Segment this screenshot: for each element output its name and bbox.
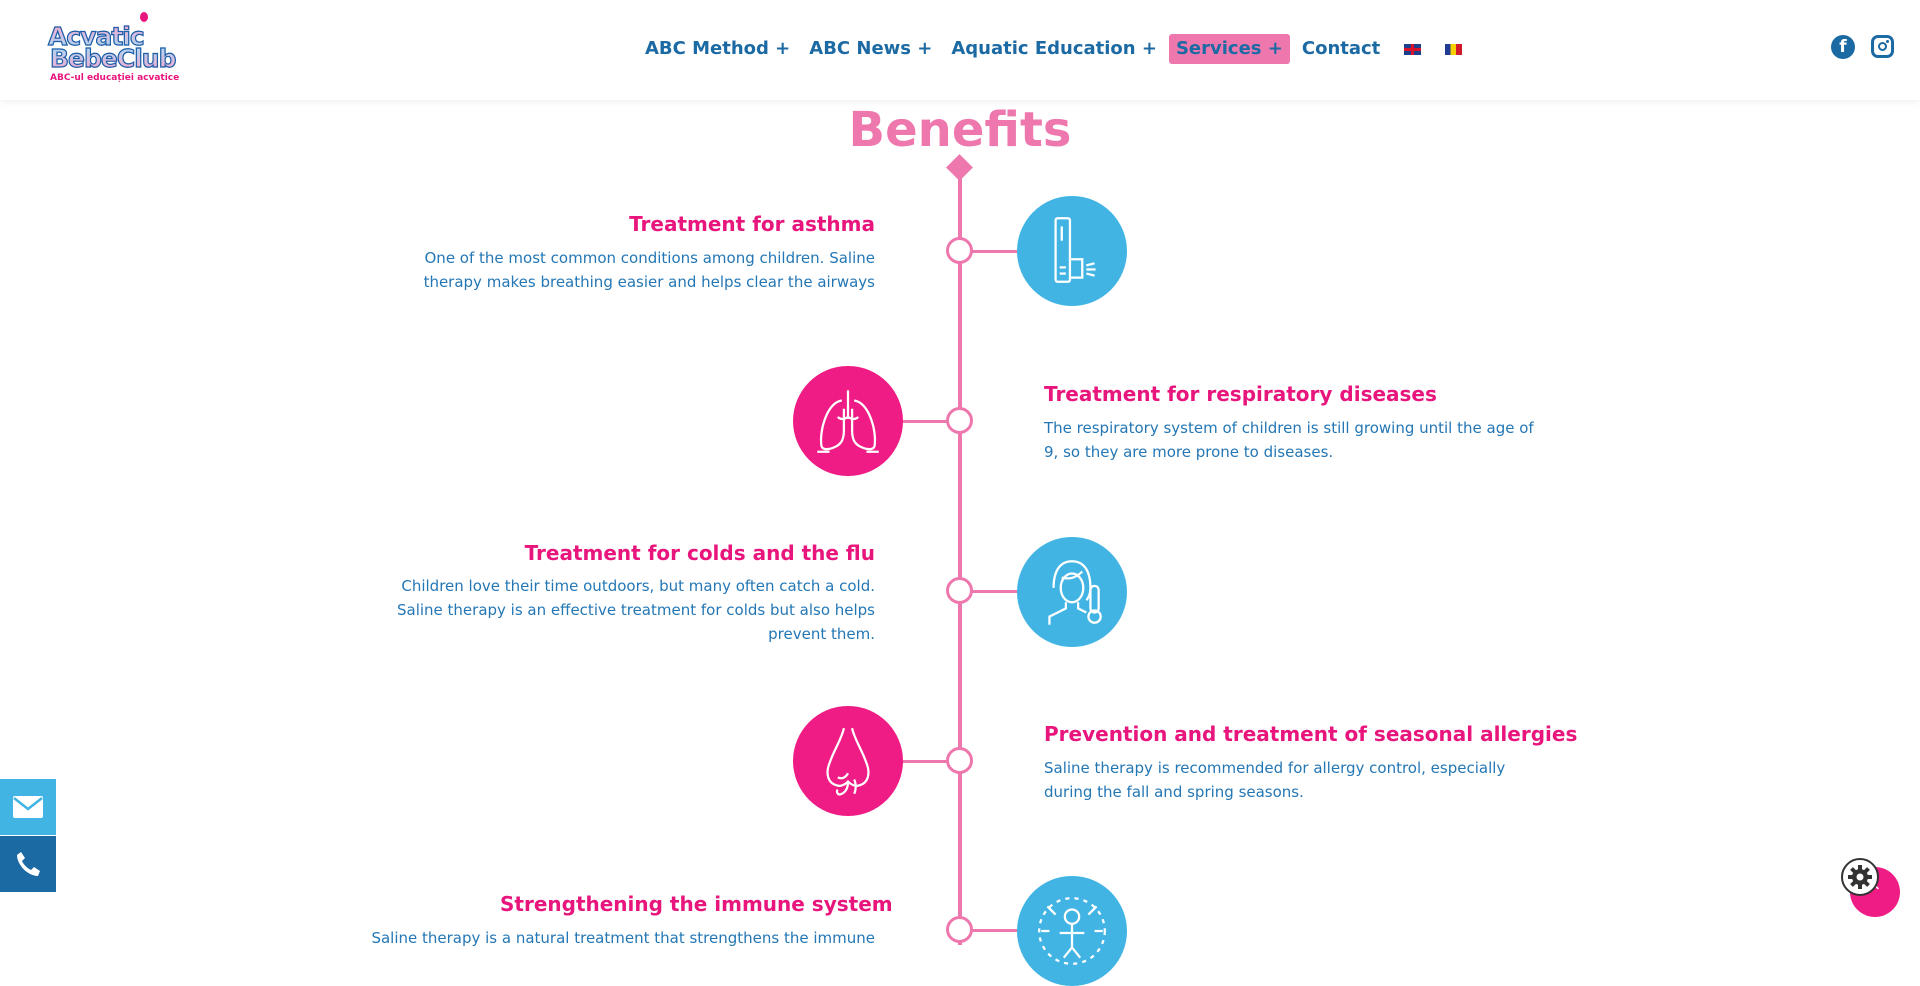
section-title: Benefits bbox=[848, 102, 1072, 158]
nav-aquatic-education[interactable]: Aquatic Education + bbox=[944, 34, 1164, 64]
nose-icon bbox=[793, 706, 903, 816]
benefit-title: Treatment for respiratory diseases bbox=[1044, 382, 1437, 406]
nav-services[interactable]: Services + bbox=[1168, 34, 1290, 64]
site-logo[interactable]: Acvatic BebeClub ABC-ul educației acvati… bbox=[47, 10, 179, 86]
timeline-node bbox=[946, 237, 973, 264]
benefit-text: One of the most common conditions among … bbox=[423, 249, 875, 291]
settings-button[interactable] bbox=[1841, 858, 1879, 896]
benefit-title: Strengthening the immune system bbox=[500, 892, 893, 916]
benefit-text: Children love their time outdoors, but m… bbox=[396, 577, 875, 643]
romanian-flag-icon[interactable] bbox=[1445, 43, 1463, 55]
benefit-title: Treatment for colds and the flu bbox=[524, 541, 875, 565]
benefit-title: Prevention and treatment of seasonal all… bbox=[1044, 722, 1578, 746]
timeline-line bbox=[958, 165, 962, 945]
facebook-icon[interactable]: f bbox=[1831, 35, 1855, 59]
lungs-icon bbox=[793, 366, 903, 476]
timeline-node bbox=[946, 916, 973, 943]
gear-icon bbox=[1848, 865, 1872, 889]
timeline-node bbox=[946, 407, 973, 434]
nav-contact[interactable]: Contact bbox=[1295, 34, 1387, 64]
inhaler-icon bbox=[1017, 196, 1127, 306]
benefit-text: Saline therapy is a natural treatment th… bbox=[371, 929, 875, 947]
benefit-title: Treatment for asthma bbox=[629, 212, 875, 236]
thermometer-person-icon bbox=[1017, 537, 1127, 647]
logo-line2: BebeClub bbox=[49, 44, 177, 73]
instagram-icon[interactable] bbox=[1871, 35, 1894, 58]
mail-button[interactable] bbox=[0, 779, 56, 835]
timeline-node bbox=[946, 577, 973, 604]
phone-button[interactable] bbox=[0, 836, 56, 892]
mail-icon bbox=[13, 796, 43, 818]
nav-abc-method[interactable]: ABC Method + bbox=[638, 34, 797, 64]
main-nav: ABC Method + ABC News + Aquatic Educatio… bbox=[638, 34, 1474, 64]
balloon-icon bbox=[140, 12, 148, 22]
english-flag-icon[interactable] bbox=[1404, 43, 1422, 55]
timeline-node bbox=[946, 747, 973, 774]
immune-person-icon bbox=[1017, 876, 1127, 986]
benefit-text: Saline therapy is recommended for allerg… bbox=[1044, 759, 1506, 801]
site-header: Acvatic BebeClub ABC-ul educației acvati… bbox=[0, 0, 1920, 100]
nav-abc-news[interactable]: ABC News + bbox=[802, 34, 939, 64]
benefit-text: The respiratory system of children is st… bbox=[1044, 419, 1534, 461]
phone-icon bbox=[17, 852, 40, 876]
logo-tagline: ABC-ul educației acvatice bbox=[50, 73, 180, 83]
